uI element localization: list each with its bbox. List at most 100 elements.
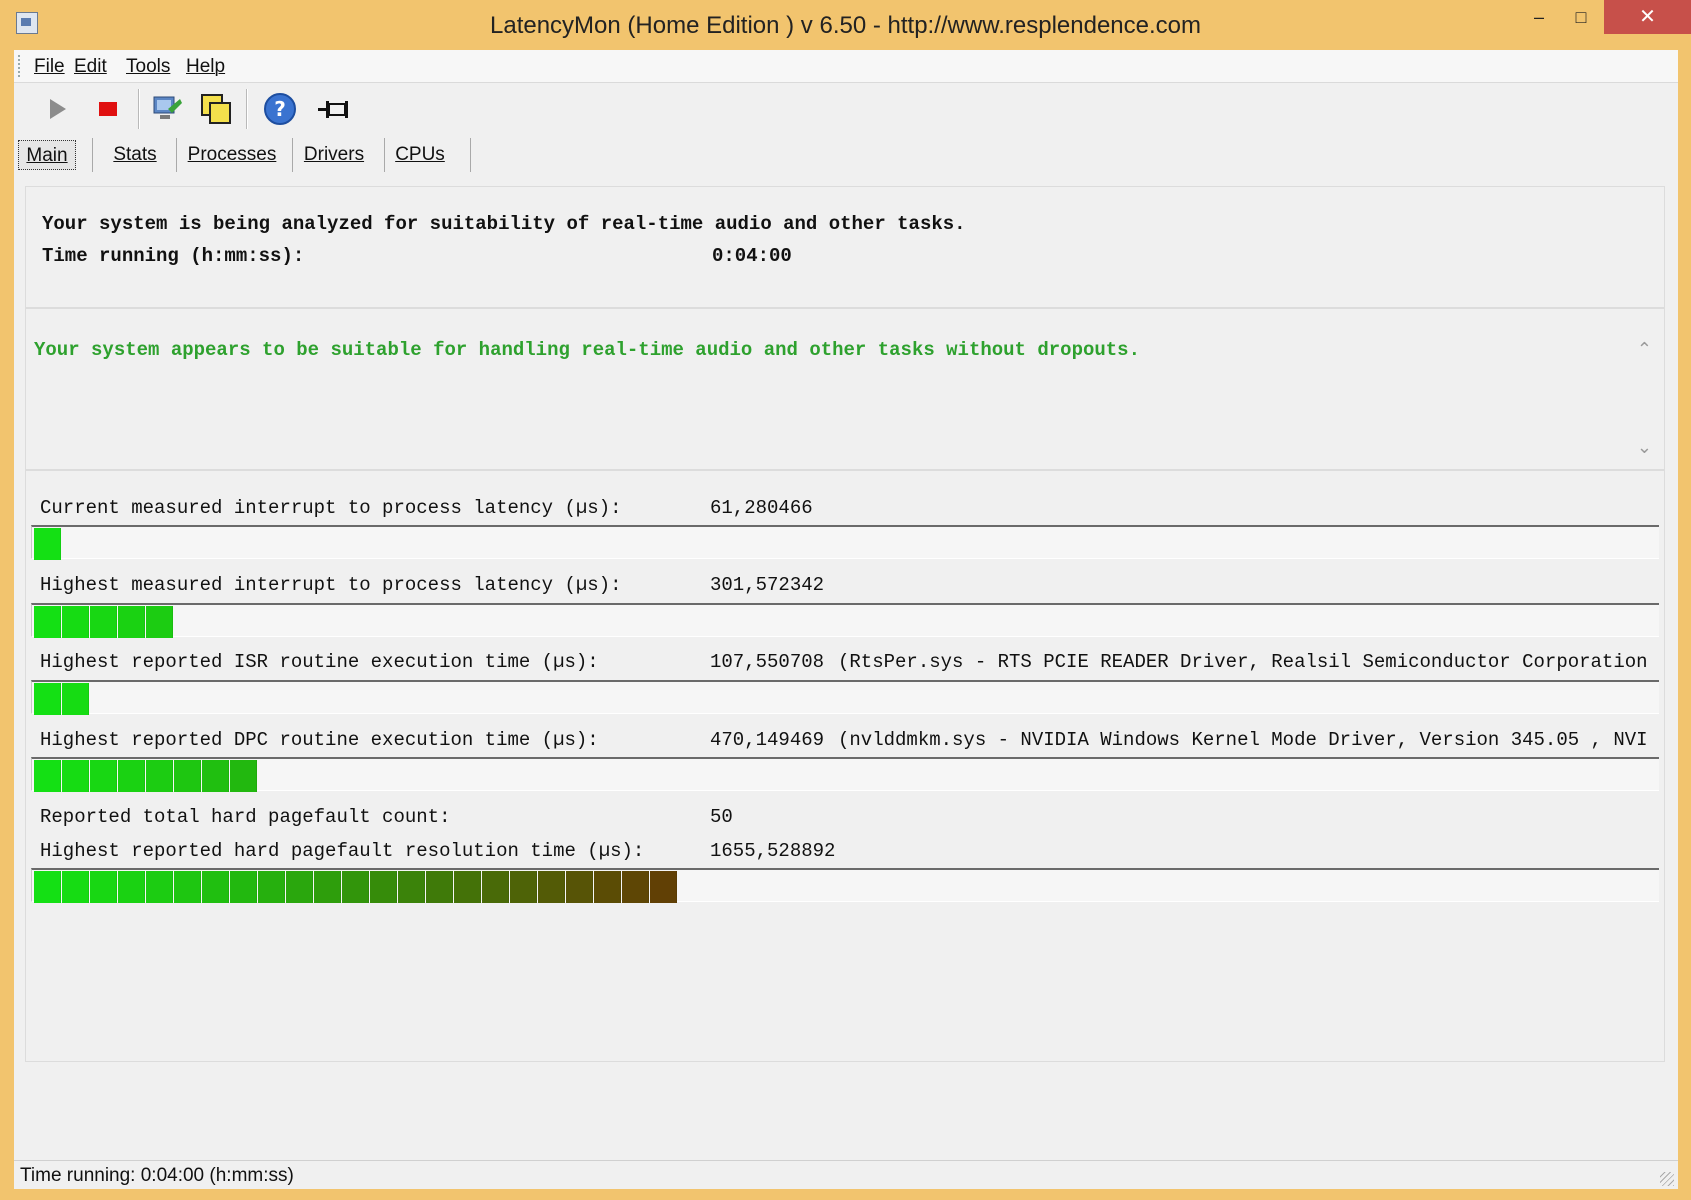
latency-bar-segment xyxy=(622,871,649,903)
tab-main[interactable]: Main xyxy=(18,140,76,170)
latency-bar-segment xyxy=(286,871,313,903)
latency-bar xyxy=(31,868,1659,903)
menu-tools[interactable]: Tools xyxy=(126,56,170,78)
latency-bar-segment xyxy=(342,871,369,903)
latency-bar-segment xyxy=(230,760,257,792)
status-text: Time running: 0:04:00 (h:mm:ss) xyxy=(20,1165,294,1186)
menu-help[interactable]: Help xyxy=(186,56,225,78)
stop-icon[interactable] xyxy=(90,91,126,127)
latency-bar xyxy=(31,757,1659,792)
svg-text:?: ? xyxy=(274,97,286,121)
latency-bar-segment xyxy=(426,871,453,903)
tab-separator xyxy=(92,138,93,172)
menu-bar: File Edit Tools Help xyxy=(14,50,1678,83)
tab-stats[interactable]: Stats xyxy=(100,140,170,170)
window-title: LatencyMon (Home Edition ) v 6.50 - http… xyxy=(490,12,1201,39)
latency-bar-segment xyxy=(34,683,61,715)
latency-bar-segment xyxy=(594,871,621,903)
menu-file[interactable]: File xyxy=(34,56,65,78)
latency-bar-segment xyxy=(538,871,565,903)
conclusion-message: Your system appears to be suitable for h… xyxy=(34,339,1140,361)
tab-separator xyxy=(292,138,293,172)
latency-bar-segment xyxy=(566,871,593,903)
latency-bar-segment xyxy=(650,871,677,903)
latency-bar-segment xyxy=(90,606,117,638)
metric-value: 470,149469 xyxy=(710,729,825,751)
latency-bar-segment xyxy=(146,760,173,792)
latency-bar-segment xyxy=(146,606,173,638)
metric-label: Highest reported ISR routine execution t… xyxy=(40,651,599,673)
tab-bar: Main Stats Processes Drivers CPUs xyxy=(14,136,1678,176)
metric-label: Reported total hard pagefault count: xyxy=(40,806,451,828)
latency-bar-segment xyxy=(34,528,61,560)
tab-separator xyxy=(470,138,471,172)
metric-value: 61,280466 xyxy=(710,497,813,519)
help-icon[interactable]: ? xyxy=(262,91,298,127)
tab-separator xyxy=(384,138,385,172)
latency-bar-segment xyxy=(454,871,481,903)
latency-bar-segment xyxy=(258,871,285,903)
time-running-label: Time running (h:mm:ss): xyxy=(42,245,305,267)
tab-processes[interactable]: Processes xyxy=(184,140,280,170)
latency-bar-segment xyxy=(202,871,229,903)
latency-bar-segment xyxy=(202,760,229,792)
latency-bar xyxy=(31,603,1659,638)
tab-drivers[interactable]: Drivers xyxy=(298,140,370,170)
tab-cpus[interactable]: CPUs xyxy=(390,140,450,170)
latency-bar-segment xyxy=(34,606,61,638)
latency-bar-segment xyxy=(118,606,145,638)
latency-bar-fill xyxy=(34,528,62,560)
metric-value: 1655,528892 xyxy=(710,840,836,862)
metric-value: 301,572342 xyxy=(710,574,825,596)
monitor-settings-icon[interactable] xyxy=(148,91,184,127)
title-bar: LatencyMon (Home Edition ) v 6.50 - http… xyxy=(0,0,1691,50)
windows-icon[interactable] xyxy=(198,91,234,127)
toolbar: ? xyxy=(14,83,1678,133)
latency-bar-segment xyxy=(510,871,537,903)
metric-driver-info: (RtsPer.sys - RTS PCIE READER Driver, Re… xyxy=(838,651,1648,673)
metric-label: Highest reported hard pagefault resoluti… xyxy=(40,840,645,862)
menu-edit[interactable]: Edit xyxy=(74,56,107,78)
latency-bar xyxy=(31,525,1659,560)
latency-bar-segment xyxy=(230,871,257,903)
toolbar-separator xyxy=(138,89,140,129)
latency-bar-segment xyxy=(146,871,173,903)
menu-grip xyxy=(18,55,23,77)
latency-bar-segment xyxy=(62,871,89,903)
conclusion-panel: Your system appears to be suitable for h… xyxy=(25,308,1665,470)
scroll-up-icon[interactable]: ⌃ xyxy=(1637,339,1652,360)
metric-label: Highest measured interrupt to process la… xyxy=(40,574,622,596)
latency-bar xyxy=(31,680,1659,715)
latency-bar-segment xyxy=(90,871,117,903)
latency-bar-segment xyxy=(34,871,61,903)
time-running-value: 0:04:00 xyxy=(712,245,792,267)
scroll-down-icon[interactable]: ⌄ xyxy=(1637,437,1652,458)
close-button[interactable]: ✕ xyxy=(1604,0,1691,34)
metric-label: Highest reported DPC routine execution t… xyxy=(40,729,599,751)
status-bar: Time running: 0:04:00 (h:mm:ss) xyxy=(14,1160,1678,1189)
analysis-message: Your system is being analyzed for suitab… xyxy=(42,213,966,235)
metric-value: 50 xyxy=(710,806,733,828)
minimize-button[interactable]: – xyxy=(1516,0,1562,34)
maximize-button[interactable]: □ xyxy=(1558,0,1604,34)
metric-driver-info: (nvlddmkm.sys - NVIDIA Windows Kernel Mo… xyxy=(838,729,1648,751)
latency-bar-segment xyxy=(90,760,117,792)
latency-bar-segment xyxy=(482,871,509,903)
analysis-status-panel: Your system is being analyzed for suitab… xyxy=(25,186,1665,308)
latency-bar-segment xyxy=(174,760,201,792)
resize-grip-icon[interactable] xyxy=(1660,1172,1674,1186)
latency-bar-segment xyxy=(118,871,145,903)
latency-bar-segment xyxy=(62,760,89,792)
pin-icon[interactable] xyxy=(316,91,352,127)
latency-bar-segment xyxy=(370,871,397,903)
latency-bar-fill xyxy=(34,871,678,903)
metrics-panel: Current measured interrupt to process la… xyxy=(25,470,1665,1062)
metric-label: Current measured interrupt to process la… xyxy=(40,497,622,519)
tab-separator xyxy=(176,138,177,172)
latency-bar-segment xyxy=(62,606,89,638)
latency-bar-segment xyxy=(62,683,89,715)
main-window: File Edit Tools Help ? Main Stats Proces… xyxy=(14,50,1678,1189)
latency-bar-fill xyxy=(34,760,258,792)
latency-bar-segment xyxy=(34,760,61,792)
play-icon[interactable] xyxy=(38,91,74,127)
